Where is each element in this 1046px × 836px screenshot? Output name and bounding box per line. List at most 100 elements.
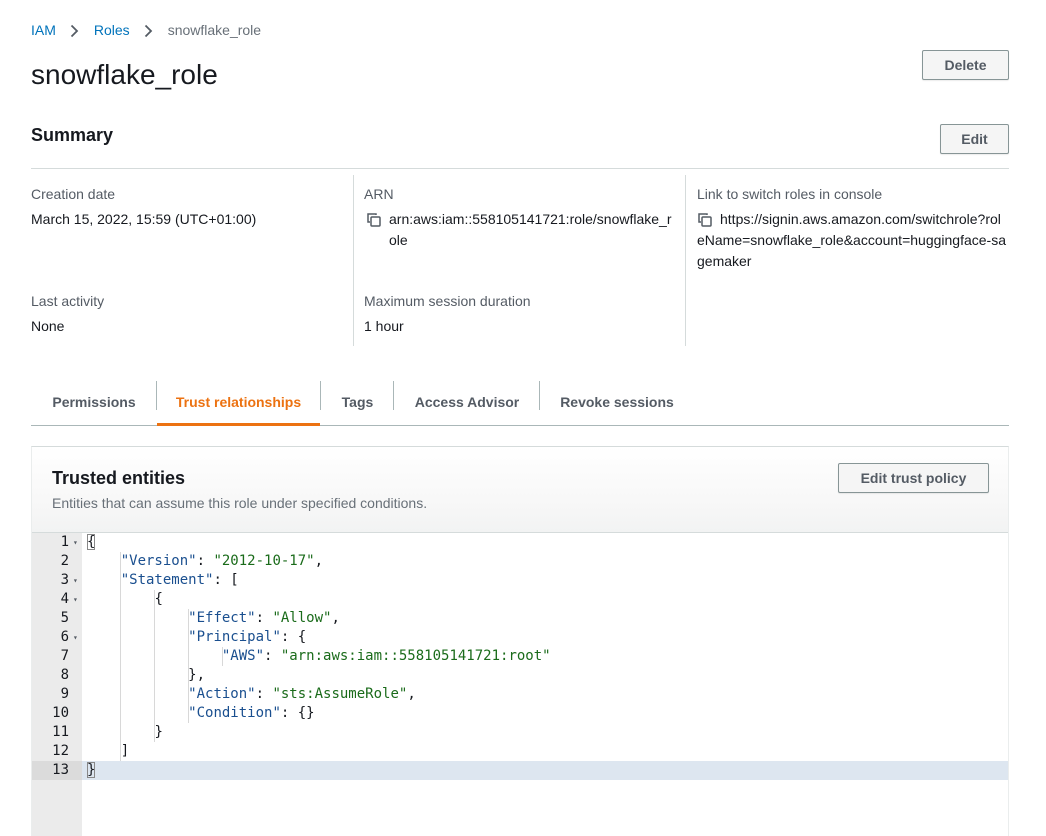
breadcrumb-iam-link[interactable]: IAM: [31, 22, 56, 38]
arn-label: ARN: [364, 186, 394, 202]
code-token: "AWS": [221, 648, 265, 664]
summary-heading: Summary: [31, 125, 114, 145]
code-token: "Statement": [120, 572, 214, 588]
switch-link-line[interactable]: eName=snowflake_role&account=huggingface…: [697, 230, 1006, 251]
code-token: :: [255, 610, 273, 626]
creation-date-value: March 15, 2022, 15:59 (UTC+01:00): [31, 211, 257, 227]
code-token: ,: [331, 610, 340, 626]
summary-divider: [31, 168, 1009, 169]
tab-tags[interactable]: Tags: [321, 378, 394, 425]
line-number: 12: [52, 743, 69, 759]
line-number: 10: [52, 705, 69, 721]
code-text: {: [87, 533, 96, 552]
switch-role-label: Link to switch roles in console: [697, 186, 883, 202]
code-text: "Statement": [: [87, 571, 239, 590]
copy-icon[interactable]: [366, 212, 382, 228]
line-number: 7: [60, 648, 69, 664]
edit-button[interactable]: Edit: [940, 124, 1009, 154]
code-line: 6 ▾ "Principal": {: [32, 628, 1008, 647]
arn-value: arn:aws:iam::558105141721:role/snowflake…: [366, 209, 672, 251]
code-text: "Action": "sts:AssumeRole",: [87, 685, 416, 704]
iam-role-page: IAM Roles snowflake_role snowflake_role …: [0, 0, 1046, 836]
trusted-entities-title: Trusted entities: [52, 468, 186, 488]
line-number: 13: [32, 761, 82, 780]
page-title: snowflake_role: [31, 59, 218, 90]
tab-permissions[interactable]: Permissions: [31, 378, 157, 425]
line-number: 2: [60, 553, 69, 569]
code-token: "Condition": [188, 705, 281, 721]
code-line: 11 }: [32, 723, 1008, 742]
code-token: ,: [314, 553, 324, 569]
code-line: 3 ▾ "Statement": [: [32, 571, 1008, 590]
code-token: "arn:aws:iam::558105141721:root": [280, 648, 551, 664]
code-line: 9 "Action": "sts:AssumeRole",: [32, 685, 1008, 704]
code-token: ]: [120, 743, 130, 759]
code-text: {: [87, 590, 163, 609]
code-line: 5 "Effect": "Allow",: [32, 609, 1008, 628]
code-token: "Principal": [188, 629, 281, 645]
code-token: :: [213, 572, 231, 588]
arn-text-line: arn:aws:iam::558105141721:role/snowflake…: [389, 211, 672, 227]
switch-link-line: https://signin.aws.amazon.com/switchrole…: [720, 211, 1001, 227]
indent-guide: [154, 590, 155, 742]
switch-role-link[interactable]: https://signin.aws.amazon.com/switchrole…: [720, 209, 1001, 230]
breadcrumb: IAM Roles snowflake_role: [31, 21, 261, 39]
max-session-value: 1 hour: [364, 318, 404, 334]
code-text: "Effect": "Allow",: [87, 609, 340, 628]
tab-label: Access Advisor: [414, 393, 520, 410]
tab-label: Permissions: [52, 393, 136, 410]
code-token: "Allow": [272, 610, 332, 626]
summary-column-arn: ARN arn:aws:iam::558105141721:role/snowf…: [353, 175, 685, 346]
line-number: 5: [60, 610, 69, 626]
switch-link-line[interactable]: gemaker: [697, 251, 751, 272]
code-token: [: [230, 572, 239, 588]
summary-column-switch-link: Link to switch roles in console https://…: [685, 175, 1009, 346]
code-token: "Version": [120, 553, 197, 569]
tab-trust-relationships[interactable]: Trust relationships: [157, 378, 320, 426]
edit-trust-policy-button[interactable]: Edit trust policy: [838, 463, 989, 493]
code-text: "Version": "2012-10-17",: [87, 552, 323, 571]
line-number: 9: [60, 686, 69, 702]
code-token: {}: [297, 705, 315, 721]
arn-text-line: ole: [389, 232, 408, 248]
line-number: 8: [60, 667, 69, 683]
code-token: }: [87, 762, 96, 778]
code-token: "2012-10-17": [213, 553, 315, 569]
copy-icon[interactable]: [697, 212, 713, 228]
code-token: :: [264, 648, 281, 664]
delete-button[interactable]: Delete: [922, 50, 1009, 80]
breadcrumb-roles-link[interactable]: Roles: [94, 22, 130, 38]
last-activity-value: None: [31, 318, 65, 334]
code-line: 2 "Version": "2012-10-17",: [32, 552, 1008, 571]
code-text: }: [87, 723, 163, 742]
trust-policy-editor[interactable]: 1 ▾ { 2 "Version": "2012-10-17", 3 ▾ "St…: [32, 533, 1008, 836]
line-number: 11: [52, 724, 69, 740]
creation-date-label: Creation date: [31, 186, 116, 202]
tab-bar: Permissions Trust relationships Tags Acc…: [31, 378, 1009, 426]
code-token: {: [154, 591, 163, 607]
tab-access-advisor[interactable]: Access Advisor: [394, 378, 540, 425]
code-token: }: [154, 724, 163, 740]
code-token: ,: [407, 686, 416, 702]
breadcrumb-current: snowflake_role: [167, 22, 262, 38]
code-line: 12 ]: [32, 742, 1008, 761]
code-line: 4 ▾ {: [32, 590, 1008, 609]
tab-revoke-sessions[interactable]: Revoke sessions: [540, 378, 694, 425]
code-text: "Condition": {}: [87, 704, 315, 723]
chevron-right-icon: [130, 22, 168, 38]
arn-text: arn:aws:iam::558105141721:role/snowflake…: [389, 209, 672, 251]
code-token: :: [196, 553, 214, 569]
switch-role-value: https://signin.aws.amazon.com/switchrole…: [697, 209, 1015, 230]
code-token: "Action": [188, 686, 256, 702]
code-token: "sts:AssumeRole": [272, 686, 408, 702]
code-token: :: [280, 705, 298, 721]
code-line: 8 },: [32, 666, 1008, 685]
fold-arrow-icon[interactable]: ▾: [73, 533, 82, 552]
fold-arrow-icon[interactable]: ▾: [73, 628, 82, 647]
summary-column-dates: Creation date March 15, 2022, 15:59 (UTC…: [31, 175, 353, 346]
code-text: }: [87, 761, 96, 780]
fold-arrow-icon[interactable]: ▾: [73, 590, 82, 609]
tab-label: Trust relationships: [175, 393, 302, 410]
fold-arrow-icon[interactable]: ▾: [73, 571, 82, 590]
code-line: 7 "AWS": "arn:aws:iam::558105141721:root…: [32, 647, 1008, 666]
